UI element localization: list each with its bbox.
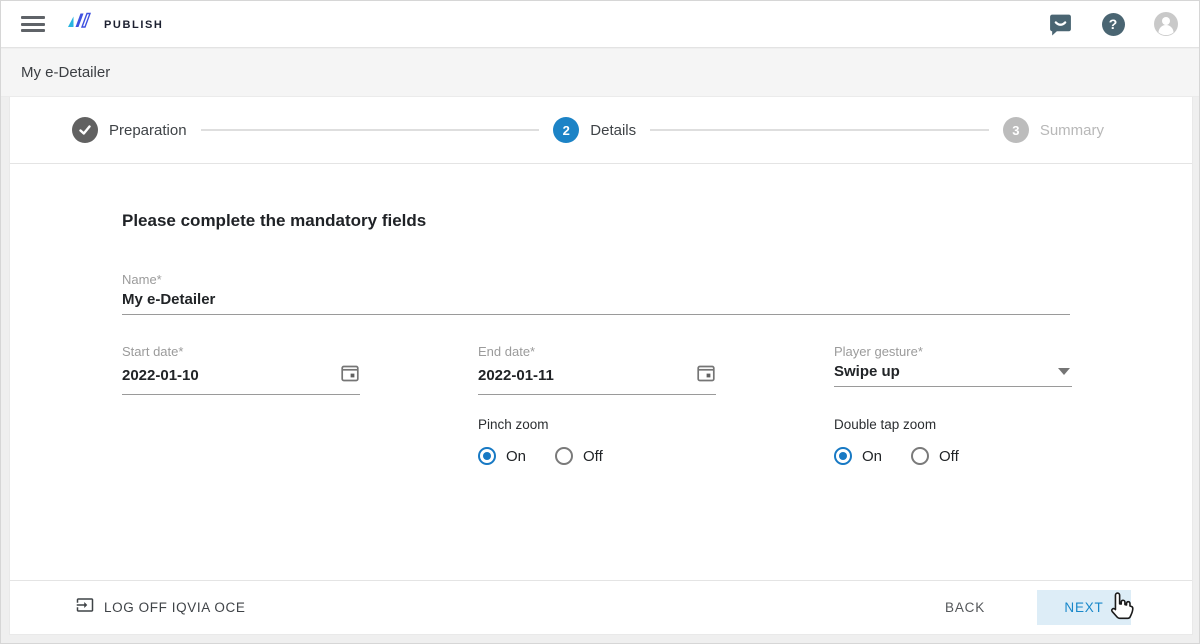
player-gesture-value[interactable]: Swipe up bbox=[834, 363, 900, 380]
app-name: Publish bbox=[104, 15, 163, 33]
wizard-footer: LOG OFF IQVIA OCE BACK NEXT bbox=[10, 580, 1192, 634]
app-logo: Publish bbox=[67, 11, 163, 37]
name-field-value[interactable]: My e-Detailer bbox=[122, 291, 215, 308]
pinch-zoom-group: Pinch zoom On Off bbox=[478, 417, 632, 465]
step-connector bbox=[650, 129, 989, 131]
end-date-field[interactable]: End date* 2022-01-11 bbox=[478, 344, 716, 395]
player-gesture-select[interactable]: Player gesture* Swipe up bbox=[834, 344, 1072, 387]
step-summary[interactable]: 3 Summary bbox=[1003, 117, 1104, 143]
step-number: 2 bbox=[553, 117, 579, 143]
double-tap-zoom-off-radio[interactable] bbox=[911, 447, 929, 465]
step-number: 3 bbox=[1003, 117, 1029, 143]
start-date-field[interactable]: Start date* 2022-01-10 bbox=[122, 344, 360, 395]
double-tap-zoom-off-label[interactable]: Off bbox=[939, 448, 959, 465]
user-avatar[interactable] bbox=[1153, 11, 1179, 37]
step-preparation[interactable]: Preparation bbox=[72, 117, 187, 143]
end-date-value[interactable]: 2022-01-11 bbox=[478, 367, 554, 384]
feedback-chat-icon[interactable] bbox=[1047, 11, 1073, 37]
double-tap-zoom-on-label[interactable]: On bbox=[862, 448, 882, 465]
wizard-stepper: Preparation 2 Details 3 Summary bbox=[10, 97, 1192, 164]
page-title: My e-Detailer bbox=[21, 64, 110, 81]
double-tap-zoom-on-radio[interactable] bbox=[834, 447, 852, 465]
chevron-down-icon[interactable] bbox=[1058, 368, 1070, 375]
back-button[interactable]: BACK bbox=[935, 592, 995, 623]
calendar-icon[interactable] bbox=[340, 363, 360, 388]
pinch-zoom-on-label[interactable]: On bbox=[506, 448, 526, 465]
log-off-label: LOG OFF IQVIA OCE bbox=[104, 600, 245, 615]
step-details[interactable]: 2 Details bbox=[553, 117, 636, 143]
log-off-icon bbox=[76, 596, 94, 619]
start-date-value[interactable]: 2022-01-10 bbox=[122, 367, 199, 384]
step-connector bbox=[201, 129, 540, 131]
step-label: Details bbox=[590, 122, 636, 139]
double-tap-zoom-label: Double tap zoom bbox=[834, 417, 988, 432]
pinch-zoom-off-label[interactable]: Off bbox=[583, 448, 603, 465]
name-field-label: Name* bbox=[122, 272, 1070, 287]
step-label: Summary bbox=[1040, 122, 1104, 139]
step-label: Preparation bbox=[109, 122, 187, 139]
help-icon[interactable]: ? bbox=[1100, 11, 1126, 37]
pinch-zoom-off-radio[interactable] bbox=[555, 447, 573, 465]
calendar-icon[interactable] bbox=[696, 363, 716, 388]
name-field[interactable]: Name* My e-Detailer bbox=[122, 272, 1070, 315]
app-bar: Publish ? bbox=[1, 1, 1199, 48]
app-window: Publish ? My e-Detailer bbox=[0, 0, 1200, 644]
app-bar-actions: ? bbox=[1047, 11, 1179, 37]
pinch-zoom-on-radio[interactable] bbox=[478, 447, 496, 465]
help-glyph: ? bbox=[1102, 13, 1125, 36]
wizard-card: Preparation 2 Details 3 Summary Please c… bbox=[9, 97, 1193, 635]
log-off-button[interactable]: LOG OFF IQVIA OCE bbox=[76, 596, 245, 619]
form-title: Please complete the mandatory fields bbox=[122, 211, 426, 231]
double-tap-zoom-group: Double tap zoom On Off bbox=[834, 417, 988, 465]
breadcrumb: My e-Detailer bbox=[1, 49, 1199, 97]
start-date-label: Start date* bbox=[122, 344, 360, 359]
end-date-label: End date* bbox=[478, 344, 716, 359]
details-form: Please complete the mandatory fields Nam… bbox=[10, 164, 1192, 580]
player-gesture-label: Player gesture* bbox=[834, 344, 1072, 359]
step-check-icon bbox=[72, 117, 98, 143]
next-button[interactable]: NEXT bbox=[1037, 590, 1131, 625]
menu-icon[interactable] bbox=[21, 16, 45, 32]
logo-mark-icon bbox=[67, 11, 96, 37]
pinch-zoom-label: Pinch zoom bbox=[478, 417, 632, 432]
